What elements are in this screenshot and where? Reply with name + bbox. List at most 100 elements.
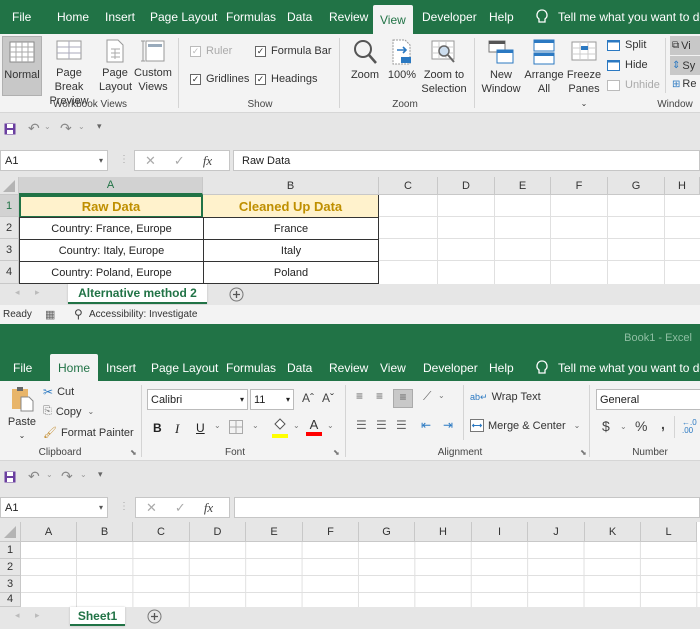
redo-icon[interactable]: ↷ (61, 468, 73, 485)
empty-cells[interactable] (21, 542, 700, 607)
formula-input[interactable]: Raw Data (233, 150, 700, 171)
sheet-tab-sheet1[interactable]: Sheet1 (70, 607, 125, 626)
column-header-g[interactable]: G (608, 177, 665, 195)
formula-bar-grip-icon[interactable]: ⋮ (119, 154, 129, 165)
chevron-down-icon[interactable]: ⌄ (214, 421, 221, 430)
merge-center-button[interactable]: Merge & Center ⌄ (470, 419, 580, 432)
row-header-4[interactable]: 4 (0, 593, 21, 607)
tab-developer[interactable]: Developer (422, 0, 477, 34)
row-header-4[interactable]: 4 (0, 261, 19, 284)
tell-me-box[interactable]: Tell me what you want to do (535, 0, 700, 34)
tab-page-layout[interactable]: Page Layout (150, 0, 217, 34)
copy-button[interactable]: ⎘ Copy ⌄ (43, 405, 94, 418)
row-header-1[interactable]: 1 (0, 195, 19, 217)
decrease-font-size-icon[interactable]: Aˇ (322, 391, 334, 405)
tab-formulas[interactable]: Formulas (226, 354, 276, 381)
formula-bar-checkbox[interactable]: ✓ Formula Bar (255, 45, 332, 57)
column-header-c[interactable]: C (133, 522, 190, 542)
bottom-align-button[interactable]: ≡ (393, 389, 413, 408)
column-header-a[interactable]: A (19, 177, 203, 195)
chevron-down-icon[interactable]: ⌄ (438, 391, 445, 400)
save-icon[interactable] (4, 123, 16, 135)
dialog-launcher-icon[interactable]: ⬊ (580, 448, 587, 457)
synchronous-scrolling-button[interactable]: ⇕ Sy (670, 56, 700, 75)
number-format-combobox[interactable]: General (596, 389, 700, 410)
column-header-i[interactable]: I (472, 522, 528, 542)
customize-qat-icon[interactable]: ▾ (98, 469, 103, 480)
chevron-down-icon[interactable]: ⌄ (78, 122, 85, 131)
sheet-tab-alternative-method-2[interactable]: Alternative method 2 (68, 284, 207, 304)
tab-file[interactable]: File (13, 354, 32, 381)
tab-page-layout[interactable]: Page Layout (151, 354, 218, 381)
page-layout-view-button[interactable]: Page Layout (99, 38, 132, 94)
row-header-2[interactable]: 2 (0, 559, 21, 576)
cell-b2[interactable]: France (203, 217, 379, 240)
chevron-down-icon[interactable]: ⌄ (327, 421, 334, 430)
headings-checkbox[interactable]: ✓ Headings (255, 73, 317, 85)
undo-icon[interactable]: ↶ (28, 120, 40, 137)
font-color-button[interactable]: A (306, 417, 322, 436)
tab-home[interactable]: Home (50, 354, 99, 381)
column-header-a[interactable]: A (21, 522, 77, 542)
top-align-icon[interactable]: ≡ (356, 389, 363, 403)
insert-function-icon[interactable]: fx (204, 500, 213, 516)
custom-views-button[interactable]: Custom Views (133, 38, 173, 94)
zoom-button[interactable]: Zoom (347, 38, 383, 82)
tab-home[interactable]: Home (57, 0, 89, 34)
middle-align-icon[interactable]: ≡ (376, 389, 383, 403)
redo-icon[interactable]: ↷ (60, 120, 72, 137)
split-button[interactable]: Split (607, 39, 646, 51)
tab-review[interactable]: Review (329, 0, 368, 34)
center-icon[interactable]: ☰ (376, 418, 387, 432)
scroll-left-icon[interactable]: ◂ (15, 610, 20, 621)
cell-b4[interactable]: Poland (203, 261, 379, 284)
chevron-down-icon[interactable]: ⌄ (46, 470, 53, 479)
comma-style-button[interactable]: , (661, 416, 665, 432)
tab-review[interactable]: Review (329, 354, 368, 381)
row-header-2[interactable]: 2 (0, 217, 19, 239)
increase-indent-icon[interactable]: ⇥ (443, 418, 453, 432)
arrange-all-button[interactable]: Arrange All (523, 38, 565, 96)
cell-b1[interactable]: Cleaned Up Data (203, 195, 379, 218)
column-header-k[interactable]: K (585, 522, 641, 542)
zoom-to-selection-button[interactable]: Zoom to Selection (419, 38, 469, 96)
tab-formulas[interactable]: Formulas (226, 0, 276, 34)
orientation-icon[interactable]: ⟋ (423, 389, 431, 404)
increase-decimal-icon[interactable]: ←.0.00 (682, 419, 697, 435)
tab-insert[interactable]: Insert (105, 0, 135, 34)
hide-button[interactable]: Hide (607, 59, 648, 71)
cell-a1[interactable]: Raw Data (19, 195, 203, 218)
scroll-right-icon[interactable]: ▸ (35, 610, 40, 621)
cell-a4[interactable]: Country: Poland, Europe (19, 261, 204, 284)
undo-icon[interactable]: ↶ (28, 468, 40, 485)
decrease-indent-icon[interactable]: ⇤ (421, 418, 431, 432)
column-header-g[interactable]: G (359, 522, 415, 542)
accounting-format-button[interactable]: $ (602, 418, 610, 434)
macro-record-icon[interactable]: ▦ (45, 308, 55, 321)
tab-developer[interactable]: Developer (423, 354, 478, 381)
scroll-left-icon[interactable]: ◂ (15, 287, 20, 298)
cancel-icon[interactable]: ✕ (145, 153, 156, 169)
tab-data[interactable]: Data (287, 0, 312, 34)
column-header-b[interactable]: B (77, 522, 133, 542)
name-box[interactable]: A1 ▾ (0, 497, 108, 518)
page-break-preview-button[interactable]: Page Break Preview (42, 38, 96, 108)
select-all-button[interactable] (0, 522, 21, 542)
column-header-l[interactable]: L (641, 522, 697, 542)
tab-insert[interactable]: Insert (106, 354, 136, 381)
align-left-icon[interactable]: ☰ (356, 418, 367, 432)
column-header-d[interactable]: D (190, 522, 246, 542)
chevron-down-icon[interactable]: ⌄ (252, 421, 259, 430)
fill-color-button[interactable] (272, 418, 288, 438)
add-sheet-icon[interactable] (229, 287, 244, 302)
formula-input[interactable] (234, 497, 700, 518)
select-all-button[interactable] (0, 177, 19, 195)
scroll-right-icon[interactable]: ▸ (35, 287, 40, 298)
column-header-f[interactable]: F (551, 177, 608, 195)
dialog-launcher-icon[interactable]: ⬊ (130, 448, 137, 457)
underline-button[interactable]: U (196, 421, 205, 435)
enter-icon[interactable]: ✓ (174, 153, 185, 169)
column-header-f[interactable]: F (303, 522, 359, 542)
gridlines-checkbox[interactable]: ✓ Gridlines (190, 73, 249, 85)
cell-a2[interactable]: Country: France, Europe (19, 217, 204, 240)
